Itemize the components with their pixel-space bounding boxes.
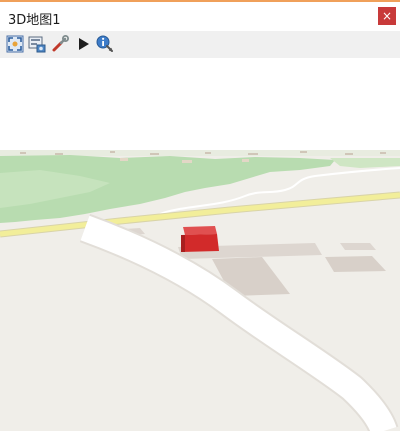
configure-icon bbox=[52, 35, 69, 52]
field-patch bbox=[120, 158, 128, 161]
field-patch bbox=[182, 160, 192, 163]
identify-icon bbox=[96, 35, 113, 52]
field-patch bbox=[242, 159, 249, 162]
identify-button[interactable] bbox=[95, 34, 115, 54]
map-scene bbox=[0, 58, 400, 431]
configure-button[interactable] bbox=[50, 34, 70, 54]
title-bar[interactable]: 3D地图1 × bbox=[0, 2, 400, 31]
zoom-full-icon bbox=[6, 35, 24, 53]
building-3d[interactable] bbox=[181, 226, 219, 252]
map-toolbar bbox=[0, 31, 400, 59]
window-title: 3D地图1 bbox=[8, 13, 61, 28]
zoom-full-button[interactable] bbox=[5, 34, 25, 54]
play-animation-icon bbox=[79, 38, 89, 50]
camera-settings-icon bbox=[28, 36, 46, 53]
map-window: 3D地图1 × bbox=[0, 0, 400, 431]
camera-settings-button[interactable] bbox=[27, 34, 47, 54]
map-canvas-3d[interactable] bbox=[0, 58, 400, 431]
building-footprint bbox=[340, 243, 376, 250]
sky bbox=[0, 58, 400, 153]
close-button[interactable]: × bbox=[378, 7, 396, 25]
play-button[interactable] bbox=[73, 34, 93, 54]
